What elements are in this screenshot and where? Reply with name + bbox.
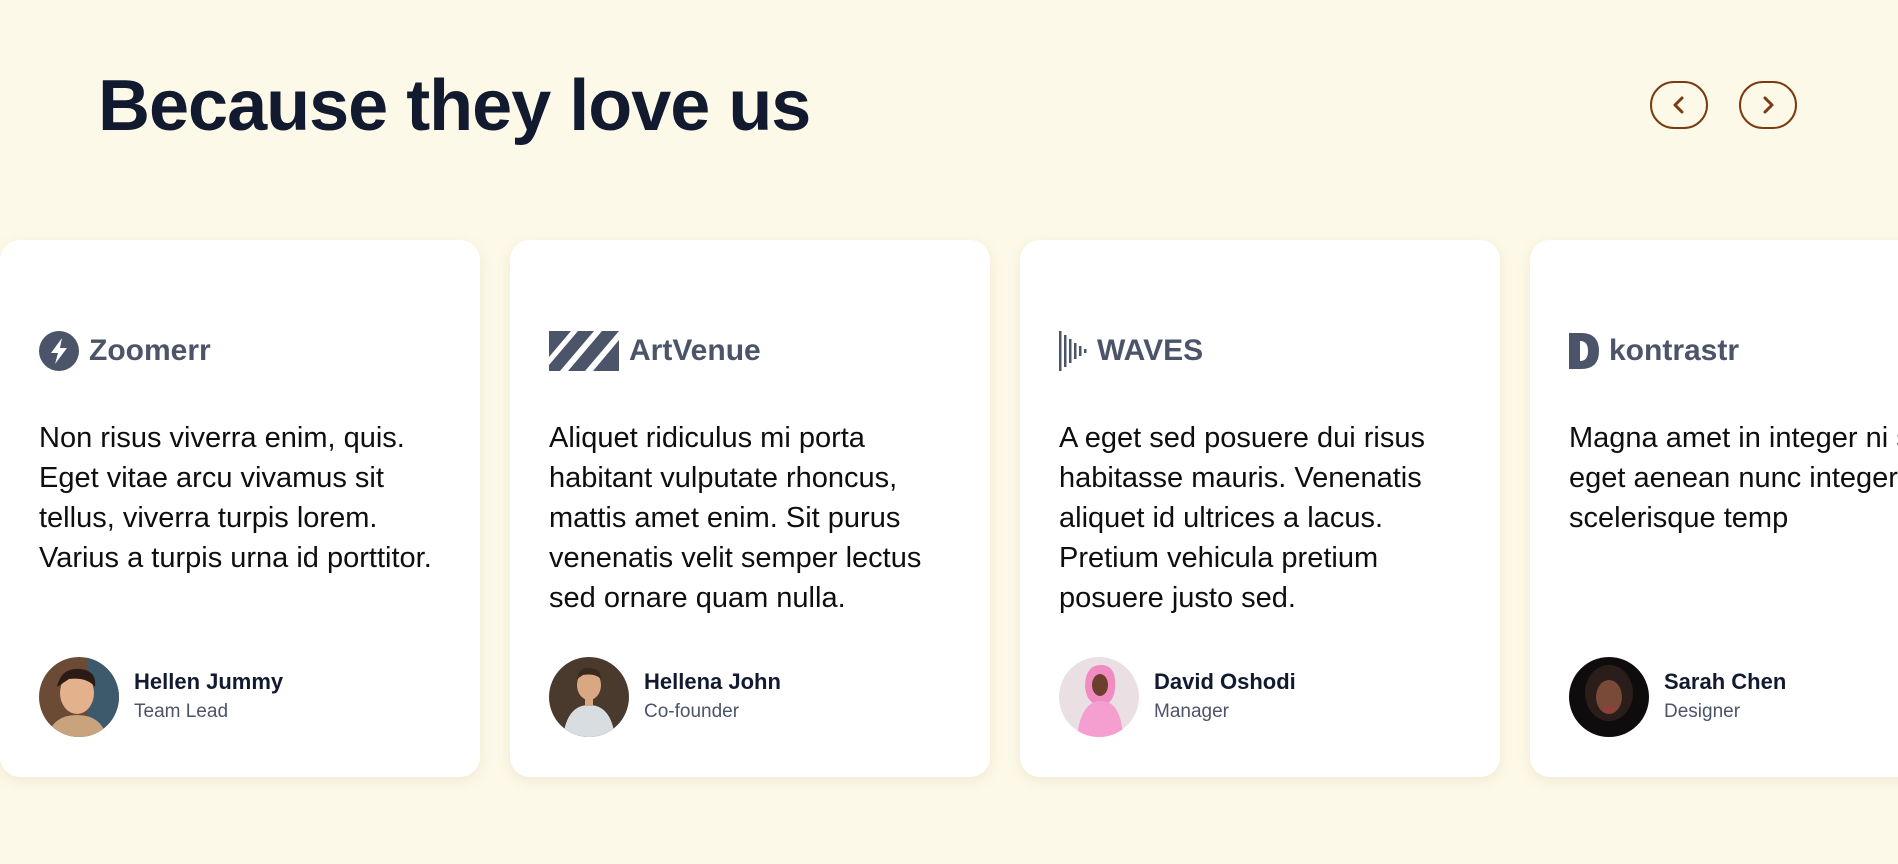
company-name: ArtVenue (629, 334, 761, 367)
previous-slide-button[interactable] (1650, 81, 1708, 129)
testimonial-carousel[interactable]: Zoomerr Non risus viverra enim, quis. Eg… (0, 240, 1898, 780)
avatar (1569, 657, 1649, 737)
company-name: Zoomerr (89, 334, 211, 367)
company-logo: Zoomerr (39, 330, 211, 372)
contrast-d-icon (1569, 333, 1599, 369)
testimonial-author: Hellen Jummy Team Lead (39, 657, 283, 737)
author-role: Manager (1154, 701, 1229, 722)
testimonial-quote: Non risus viverra enim, quis. Eget vitae… (39, 422, 432, 574)
author-name: Hellen Jummy (134, 669, 284, 694)
bolt-circle-icon (39, 331, 79, 371)
company-logo: ArtVenue (549, 330, 761, 372)
testimonial-author: Hellena John Co-founder (549, 657, 781, 737)
testimonial-card: kontrastr Magna amet in integer ni sit. … (1530, 240, 1898, 777)
author-role: Designer (1664, 701, 1741, 722)
testimonial-quote: Aliquet ridiculus mi porta habitant vulp… (549, 422, 922, 614)
company-logo: WAVES (1059, 330, 1203, 372)
testimonial-quote: A eget sed posuere dui risus habitasse m… (1059, 422, 1425, 614)
testimonial-quote: Magna amet in integer ni sit. Ut eget ae… (1569, 422, 1898, 534)
author-role: Team Lead (134, 701, 229, 722)
company-name: kontrastr (1609, 334, 1740, 367)
section-title: Because they love us (98, 66, 811, 146)
testimonial-author: Sarah Chen Designer (1569, 657, 1786, 737)
author-name: Sarah Chen (1664, 669, 1787, 694)
avatar (1059, 657, 1139, 737)
testimonial-card: Zoomerr Non risus viverra enim, quis. Eg… (0, 240, 480, 777)
chevron-left-icon (1671, 95, 1687, 115)
company-logo: kontrastr (1569, 330, 1739, 372)
company-name: WAVES (1097, 334, 1204, 367)
next-slide-button[interactable] (1739, 81, 1797, 129)
testimonial-card: WAVES A eget sed posuere dui risus habit… (1020, 240, 1500, 777)
author-role: Co-founder (644, 701, 740, 722)
testimonial-author: David Oshodi Manager (1059, 657, 1296, 737)
diagonal-stripes-icon (549, 331, 619, 371)
author-name: Hellena John (644, 669, 781, 694)
testimonials-page: Because they love us Zoomerr Non risus v… (0, 0, 1898, 864)
avatar (549, 657, 629, 737)
avatar (39, 657, 119, 737)
author-name: David Oshodi (1154, 669, 1296, 694)
sound-bars-icon (1059, 331, 1087, 371)
testimonial-card: ArtVenue Aliquet ridiculus mi porta habi… (510, 240, 990, 777)
chevron-right-icon (1760, 95, 1776, 115)
